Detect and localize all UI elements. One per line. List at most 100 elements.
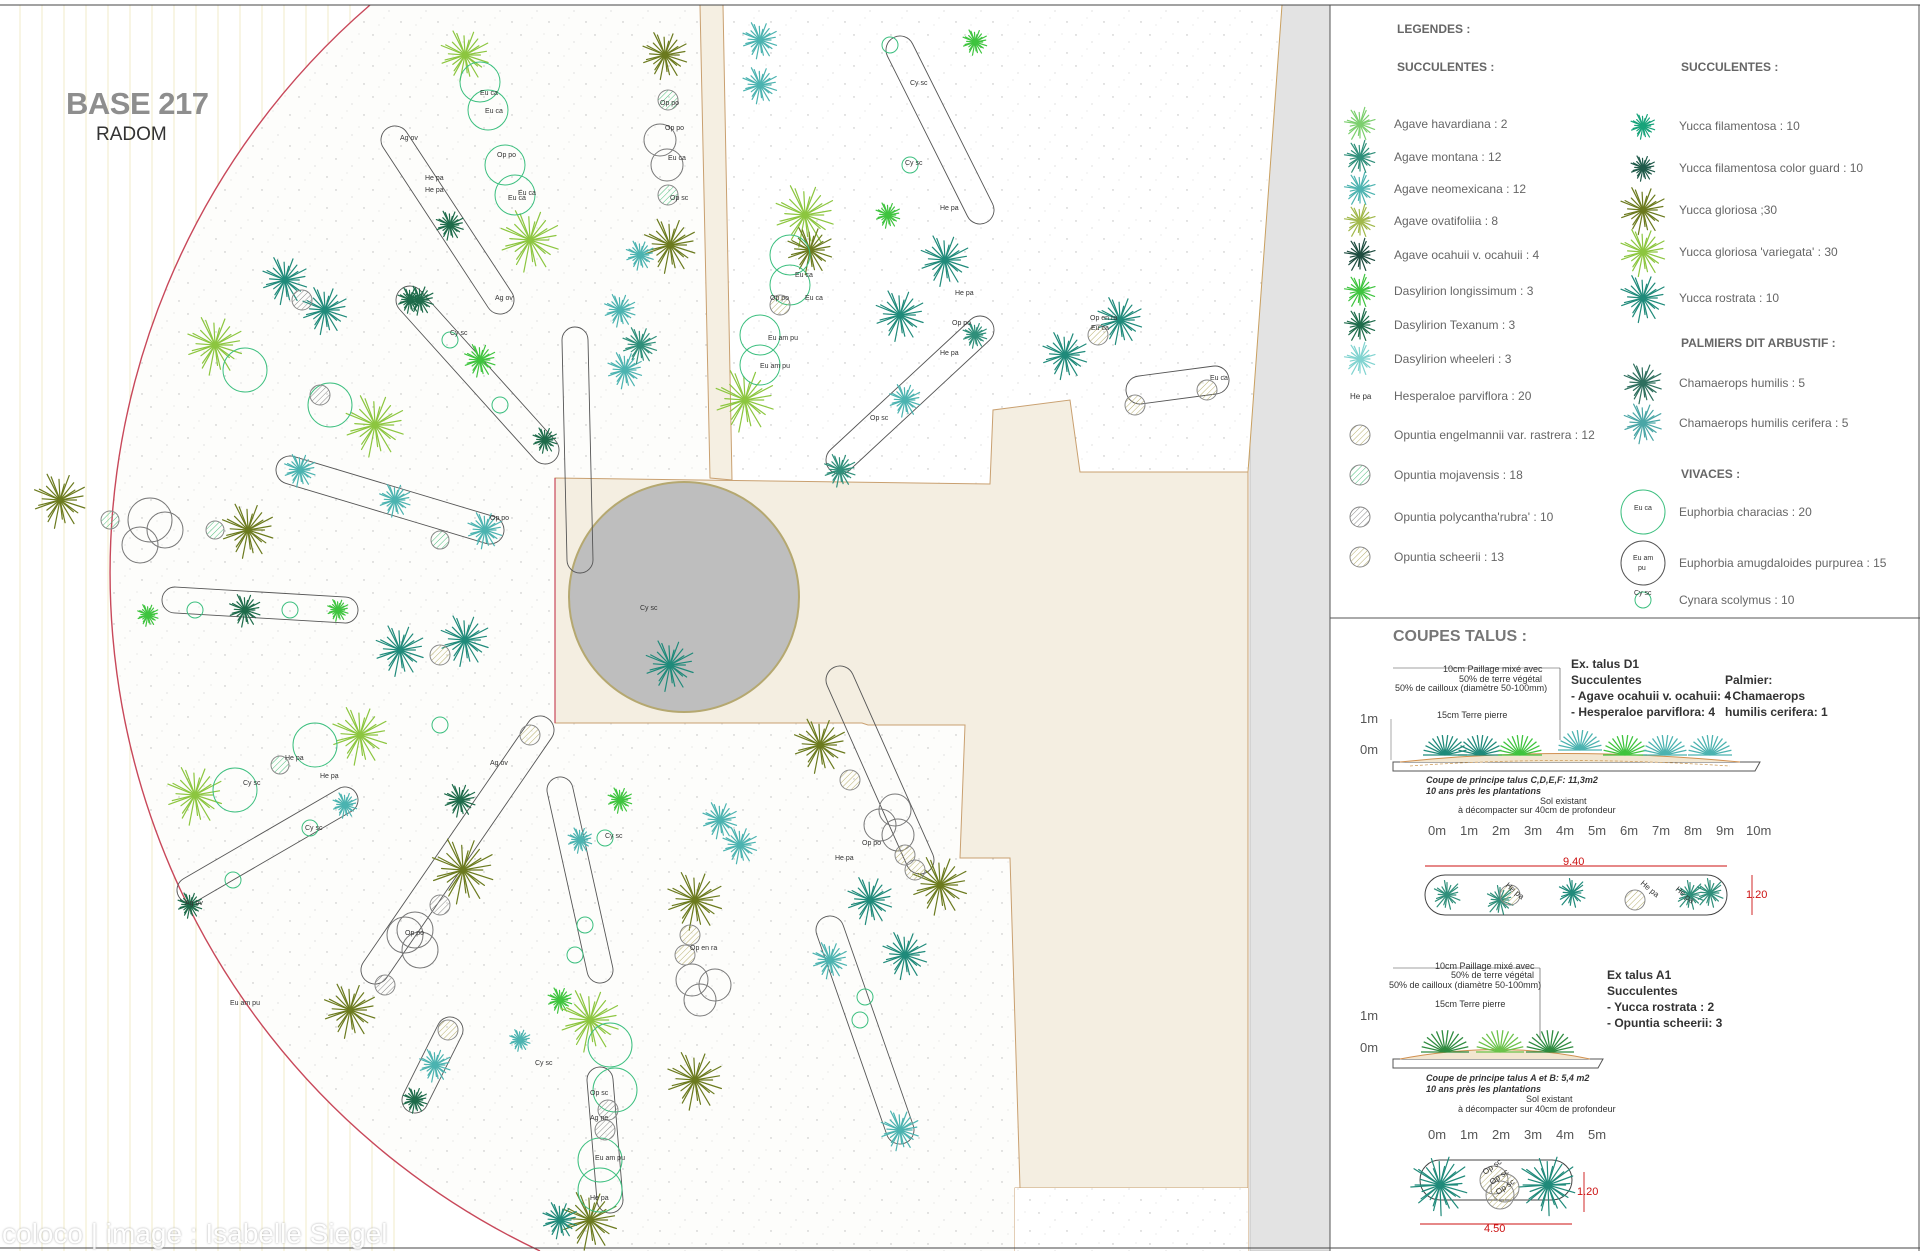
plant-code: Eu am pu: [768, 335, 798, 342]
plant-code: He pa: [940, 350, 959, 357]
section-plant: [1498, 735, 1542, 756]
plant-code: Op en ra: [1090, 315, 1117, 322]
section-plant: [1603, 735, 1647, 756]
plan-plant: [1433, 879, 1461, 910]
succulents-heading-right: SUCCULENTES :: [1681, 60, 1779, 74]
plant-code: He pa: [955, 290, 974, 297]
legend-item: Agave neomexicana : 12: [1394, 182, 1527, 196]
opuntia-symbol: [429, 644, 451, 666]
opuntia-symbol: [904, 859, 926, 881]
legend-item: Agave havardiana : 2: [1394, 117, 1508, 131]
legend-item: Yucca filamentosa : 10: [1679, 119, 1800, 133]
plant-code: Op sc: [590, 1090, 609, 1097]
plant-code: Eu am pu: [760, 363, 790, 370]
legend-item: Hesperaloe parviflora : 20: [1394, 389, 1532, 403]
agave-ovatifolia-icon: [1343, 203, 1376, 237]
agave-ocahuii-icon: [1343, 237, 1376, 271]
plan-plant: [1410, 1156, 1468, 1217]
caption: 10 ans près les plantations: [1426, 1084, 1542, 1094]
legend-item: Opuntia mojavensis : 18: [1394, 468, 1523, 482]
plant-code: Ag ov: [490, 760, 508, 767]
annotation: à décompacter sur 40cm de profondeur: [1458, 1104, 1616, 1114]
yucca-color-guard-icon: [1630, 155, 1656, 182]
dasylirion-wheeleri-icon: [1343, 341, 1376, 375]
plant-code: Op po: [660, 100, 679, 107]
plant-code: Ag ov: [185, 900, 203, 907]
annotation: 50% de cailloux (diamètre 50-100mm): [1395, 683, 1548, 693]
plant-code: Eu ca: [518, 190, 536, 197]
opuntia-symbol: [291, 289, 313, 311]
opuntia-polycantha-icon: [1349, 506, 1371, 528]
plant-code: He pa: [940, 205, 959, 212]
section-d1-notes: Ex. talus D1 Succulentes - Agave ocahuii…: [1571, 657, 1732, 719]
opuntia-symbol: [594, 1119, 616, 1141]
section-a1-notes: Ex talus A1 Succulentes - Yucca rostrata…: [1607, 968, 1723, 1030]
image-credit: coloco | image : Isabelle Siegel: [2, 1218, 388, 1249]
legend-item: Yucca gloriosa 'variegata' : 30: [1679, 245, 1838, 259]
plant-code: Ag ne: [590, 1115, 608, 1122]
annotation: 50% de cailloux (diamètre 50-100mm): [1389, 980, 1542, 990]
section-d1-plan-view: He pa He pa He pa: [1424, 865, 1753, 916]
plant-code: Op po: [497, 152, 516, 159]
plant-code: Cy sc: [450, 330, 468, 337]
opuntia-symbol: [679, 924, 701, 946]
annotation: 15cm Terre pierre: [1437, 710, 1508, 720]
legend-item: Agave ovatifoliia : 8: [1394, 214, 1499, 228]
opuntia-symbol: [374, 974, 396, 996]
euphorbia-amygdaloides-icon: [1620, 540, 1666, 586]
opuntia-symbol: [430, 530, 450, 550]
legend-item: Opuntia scheerii : 13: [1394, 550, 1505, 564]
legend-item: Euphorbia characias : 20: [1679, 505, 1812, 519]
dasylirion-texanum-icon: [1343, 307, 1376, 341]
plant-code: He pa: [285, 755, 304, 762]
section-d1-palm-notes: Palmier: - Chamaerops humilis cerifera: …: [1725, 673, 1828, 719]
plant-code: He pa: [835, 855, 854, 862]
site-plan: Ag ovEu caEu caOp poEu caEu caHe paHe pa…: [0, 0, 1920, 1251]
agave-havardiana-icon: [1343, 106, 1376, 140]
plant-code: Op po: [770, 295, 789, 302]
plant-code: Cy sc: [910, 80, 928, 87]
plant-code: He pa: [320, 773, 339, 780]
sections-heading: COUPES TALUS :: [1393, 628, 1527, 645]
plant-code: Eu ca: [480, 90, 498, 97]
plant-code: Op po: [405, 930, 424, 937]
plant-code: Cy sc: [640, 605, 658, 612]
dimension-length: 9.40: [1563, 856, 1585, 868]
legend-item: Yucca filamentosa color guard : 10: [1679, 161, 1864, 175]
opuntia-symbol: [437, 1019, 459, 1041]
plant-code: Op po: [862, 840, 881, 847]
yucca-filamentosa-icon: [1630, 113, 1656, 140]
chamaerops-icon: [1623, 363, 1662, 405]
plant-code: Eu am pu: [230, 1000, 260, 1007]
annotation: 10cm Paillage mixé avec: [1443, 664, 1543, 674]
opuntia-symbol: [519, 724, 541, 746]
opuntia-symbol: [1124, 394, 1146, 416]
opuntia-symbol: [309, 384, 331, 406]
plant-code: He pa: [590, 1195, 609, 1202]
dimension-length: 4.50: [1484, 1223, 1506, 1235]
legend-item: Dasylirion wheeleri : 3: [1394, 352, 1512, 366]
dimension-width: 1.20: [1577, 1186, 1599, 1198]
annotation: 50% de terre végétal: [1451, 970, 1535, 980]
plant-code: Eu ca: [668, 155, 686, 162]
site-subtitle: RADOM: [96, 124, 167, 145]
palms-heading: PALMIERS DIT ARBUSTIF :: [1681, 336, 1836, 350]
section-a1-plan-view: Op scOp scOp sc: [1410, 1156, 1585, 1225]
dimension-width: 1.20: [1746, 889, 1768, 901]
legend-item: Agave ocahuii v. ocahuii : 4: [1394, 248, 1540, 262]
annotation: 15cm Terre pierre: [1435, 999, 1506, 1009]
plant-code: Ag ov: [495, 295, 513, 302]
section-plant: [1458, 735, 1502, 756]
legend-item: Dasylirion longissimum : 3: [1394, 284, 1534, 298]
plant-code: Eu am pu: [595, 1155, 625, 1162]
opuntia-symbol: [100, 510, 120, 530]
legend-item: Opuntia engelmannii var. rastrera : 12: [1394, 428, 1595, 442]
dasylirion-longissimum-icon: [1343, 273, 1376, 307]
legend-item: Chamaerops humilis : 5: [1679, 376, 1806, 390]
plant-code: Cy sc: [535, 1060, 553, 1067]
plant-code: Eu ca: [1091, 325, 1109, 332]
opuntia-symbol: [839, 769, 861, 791]
legend-item: Opuntia polycantha'rubra' : 10: [1394, 510, 1554, 524]
legend-code: Cy sc: [1634, 590, 1652, 597]
height-label: 0m: [1360, 1040, 1379, 1055]
